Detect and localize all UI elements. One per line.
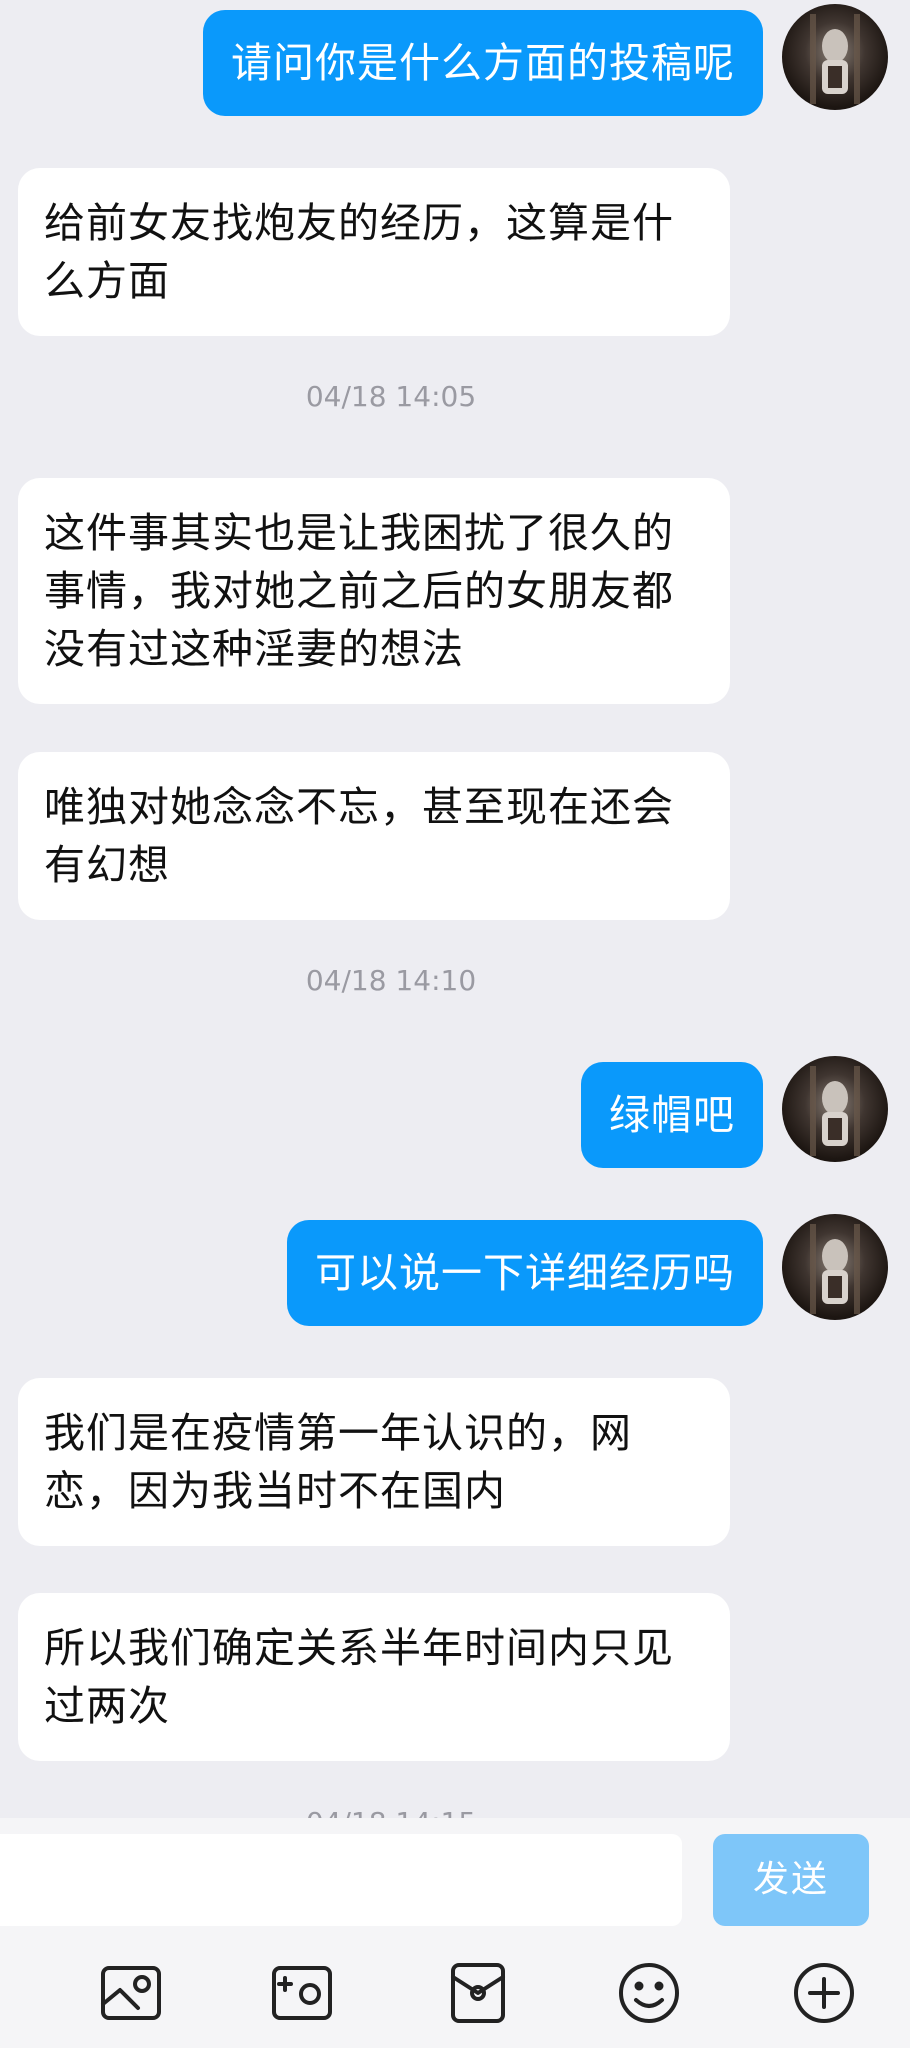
send-button[interactable]: 发送 bbox=[713, 1834, 869, 1926]
camera-icon[interactable] bbox=[269, 1960, 335, 2026]
avatar[interactable] bbox=[782, 1056, 888, 1162]
message-bubble-outgoing[interactable]: 可以说一下详细经历吗 bbox=[287, 1220, 763, 1326]
message-bubble-incoming[interactable]: 给前女友找炮友的经历，这算是什么方面 bbox=[18, 168, 730, 336]
message-input[interactable] bbox=[0, 1834, 682, 1926]
chat-area[interactable]: 请问你是什么方面的投稿呢 给前女友找炮友的经历，这算是什么方面 04/18 14… bbox=[0, 0, 910, 1818]
avatar[interactable] bbox=[782, 4, 888, 110]
timestamp: 04/18 14:10 bbox=[305, 964, 477, 997]
message-bubble-outgoing[interactable]: 绿帽吧 bbox=[581, 1062, 763, 1168]
timestamp: 04/18 14:15 bbox=[0, 1806, 782, 1818]
emoji-icon[interactable] bbox=[616, 1960, 682, 2026]
message-bubble-incoming[interactable]: 所以我们确定关系半年时间内只见过两次 bbox=[18, 1593, 730, 1761]
message-bubble-incoming[interactable]: 我们是在疫情第一年认识的，网恋，因为我当时不在国内 bbox=[18, 1378, 730, 1546]
message-bubble-incoming[interactable]: 这件事其实也是让我困扰了很久的事情，我对她之前之后的女朋友都没有过这种淫妻的想法 bbox=[18, 478, 730, 704]
image-icon[interactable] bbox=[98, 1960, 164, 2026]
timestamp: 04/18 14:05 bbox=[305, 380, 477, 413]
plus-icon[interactable] bbox=[791, 1960, 857, 2026]
toolbar bbox=[0, 1938, 910, 2048]
avatar[interactable] bbox=[782, 1214, 888, 1320]
message-bubble-incoming[interactable]: 唯独对她念念不忘，甚至现在还会有幻想 bbox=[18, 752, 730, 920]
message-bubble-outgoing[interactable]: 请问你是什么方面的投稿呢 bbox=[203, 10, 763, 116]
red-packet-icon[interactable] bbox=[445, 1960, 511, 2026]
input-bar: 发送 bbox=[0, 1818, 910, 1938]
